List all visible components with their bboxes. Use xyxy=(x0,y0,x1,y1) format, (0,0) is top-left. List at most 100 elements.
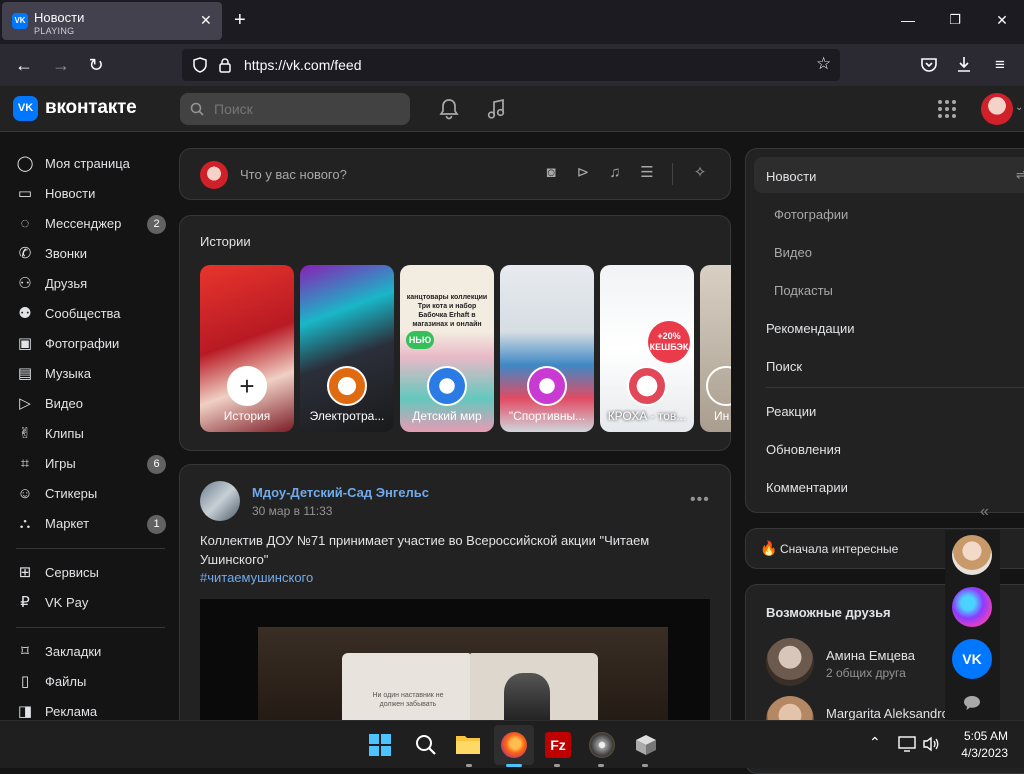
sidebar-item-video[interactable]: ▷ Видео xyxy=(16,390,166,418)
pocket-icon[interactable] xyxy=(920,56,938,74)
composer-placeholder[interactable]: Что у вас нового? xyxy=(240,167,347,182)
user-circle-icon: ◯ xyxy=(16,155,34,172)
sidebar-item-label: Игры xyxy=(45,456,76,471)
menu-item-comments[interactable]: Комментарии xyxy=(766,480,848,495)
sidebar-item-calls[interactable]: ✆ Звонки xyxy=(16,240,166,268)
story-card[interactable]: Ин xyxy=(700,265,731,432)
vk-logo-icon[interactable]: VK xyxy=(13,96,38,121)
file-explorer-icon[interactable] xyxy=(455,732,481,756)
menu-item-video[interactable]: Видео xyxy=(774,245,812,260)
sidebar-item-communities[interactable]: ⚉ Сообщества xyxy=(16,300,166,328)
menu-icon[interactable]: ≡ xyxy=(989,54,1011,76)
sidebar-item-messenger[interactable]: ◌ Мессенджер 2 xyxy=(16,210,166,238)
post-author-avatar[interactable] xyxy=(200,481,240,521)
marusia-assistant-icon[interactable] xyxy=(952,587,992,627)
story-cashback-badge: +20% КЕШБЭК xyxy=(648,321,690,363)
tray-chevron-up-icon[interactable]: ⌃ xyxy=(869,734,881,751)
lock-icon[interactable] xyxy=(218,57,232,73)
sidebar-item-music[interactable]: ▤ Музыка xyxy=(16,360,166,388)
post-video[interactable]: Ни один наставник не должен забывать xyxy=(200,599,710,721)
idea-bulb-icon[interactable]: ✧ xyxy=(690,163,710,183)
vk-messenger-icon[interactable]: VK xyxy=(952,639,992,679)
minimize-icon[interactable]: — xyxy=(898,12,918,28)
more-options-icon[interactable]: ••• xyxy=(690,491,710,509)
menu-item-news[interactable]: Новости xyxy=(766,169,816,184)
sidebar-item-news[interactable]: ▭ Новости xyxy=(16,180,166,208)
shield-icon[interactable] xyxy=(192,57,208,73)
tab-playing-status: PLAYING xyxy=(34,26,75,36)
menu-item-photos[interactable]: Фотографии xyxy=(774,207,848,222)
search-box[interactable] xyxy=(180,93,410,125)
new-tab-icon[interactable]: + xyxy=(234,10,246,30)
media-disc-icon[interactable] xyxy=(589,732,615,758)
filezilla-icon[interactable]: Fz xyxy=(545,732,571,758)
bell-icon[interactable] xyxy=(439,98,459,120)
stories-title: Истории xyxy=(200,234,251,249)
search-input[interactable] xyxy=(214,101,394,117)
chat-contact-avatar[interactable] xyxy=(952,535,992,575)
clock-date[interactable]: 4/3/2023 xyxy=(950,746,1008,760)
friend-avatar[interactable] xyxy=(766,638,814,686)
sidebar-item-games[interactable]: ⌗ Игры 6 xyxy=(16,450,166,478)
post-hashtag[interactable]: #читаемушинского xyxy=(200,570,313,585)
network-monitor-icon[interactable] xyxy=(898,736,916,752)
windows-start-icon[interactable] xyxy=(368,733,392,757)
firefox-icon[interactable] xyxy=(501,732,527,758)
friend-name[interactable]: Амина Емцева xyxy=(826,648,915,663)
bookmark-star-icon[interactable]: ☆ xyxy=(816,54,831,74)
story-card[interactable]: канцтовары коллекции Три кота и набор Ба… xyxy=(400,265,494,432)
story-card[interactable]: Электротра... xyxy=(300,265,394,432)
sidebar-item-market[interactable]: ⛬ Маркет 1 xyxy=(16,510,166,538)
story-card[interactable]: +20% КЕШБЭК КРОХА - тов... xyxy=(600,265,694,432)
sidebar-item-clips[interactable]: ✌ Клипы xyxy=(16,420,166,448)
tab-close-icon[interactable]: ✕ xyxy=(200,12,212,29)
sidebar-item-services[interactable]: ⊞ Сервисы xyxy=(16,559,166,587)
browser-tab[interactable]: VK Новости PLAYING ✕ xyxy=(2,2,222,40)
back-icon[interactable]: ← xyxy=(13,54,35,76)
video-play-icon[interactable]: ⊳ xyxy=(573,163,593,183)
camera-icon[interactable]: ◙ xyxy=(541,163,561,183)
music-note-icon[interactable] xyxy=(486,98,506,120)
menu-item-podcasts[interactable]: Подкасты xyxy=(774,283,833,298)
menu-item-reactions[interactable]: Реакции xyxy=(766,404,816,419)
filter-settings-icon[interactable]: ⇌ xyxy=(1016,167,1024,183)
url-bar[interactable]: https://vk.com/feed ☆ xyxy=(182,49,840,81)
sidebar-item-vkpay[interactable]: ₽ VK Pay xyxy=(16,589,166,617)
package-box-icon[interactable] xyxy=(633,732,659,758)
reload-icon[interactable]: ↻ xyxy=(85,54,107,76)
sidebar-item-photos[interactable]: ▣ Фотографии xyxy=(16,330,166,358)
menu-item-updates[interactable]: Обновления xyxy=(766,442,841,457)
post-date[interactable]: 30 мар в 11:33 xyxy=(252,504,332,518)
sidebar-item-files[interactable]: ▯ Файлы xyxy=(16,668,166,696)
window-close-icon[interactable]: ✕ xyxy=(992,12,1012,29)
clock-time[interactable]: 5:05 AM xyxy=(956,729,1008,743)
forward-icon[interactable]: → xyxy=(50,54,72,76)
menu-item-recommendations[interactable]: Рекомендации xyxy=(766,321,855,336)
sort-label[interactable]: Сначала интересные xyxy=(780,542,898,556)
story-card[interactable]: "Спортивны... xyxy=(500,265,594,432)
sidebar-item-bookmarks[interactable]: ⌑ Закладки xyxy=(16,638,166,666)
sidebar-item-stickers[interactable]: ☺ Стикеры xyxy=(16,480,166,508)
url-text[interactable]: https://vk.com/feed xyxy=(244,57,362,73)
story-card[interactable]: + История xyxy=(200,265,294,432)
chevron-down-icon[interactable]: ⌄ xyxy=(1015,102,1023,113)
downloads-icon[interactable] xyxy=(955,55,973,73)
article-icon[interactable]: ☰ xyxy=(637,163,657,183)
restore-icon[interactable]: ❐ xyxy=(945,12,965,28)
post-author-name[interactable]: Мдоу-Детский-Сад Энгельс xyxy=(252,485,429,500)
chat-bubble-icon[interactable] xyxy=(963,695,981,711)
menu-item-search[interactable]: Поиск xyxy=(766,359,802,374)
friend-name[interactable]: Margarita Aleksandro xyxy=(826,706,949,721)
sidebar-item-my-page[interactable]: ◯ Моя страница xyxy=(16,150,166,178)
post-composer[interactable]: Что у вас нового? ◙ ⊳ ♫ ☰ ✧ xyxy=(179,148,731,200)
volume-icon[interactable] xyxy=(922,736,940,752)
music-attach-icon[interactable]: ♫ xyxy=(605,163,625,183)
sidebar-item-friends[interactable]: ⚇ Друзья xyxy=(16,270,166,298)
vk-brand-name[interactable]: вконтакте xyxy=(45,97,137,119)
fire-icon: 🔥 xyxy=(760,540,778,556)
user-avatar[interactable] xyxy=(981,93,1013,125)
add-story-plus-icon[interactable]: + xyxy=(227,366,267,406)
taskbar-search-icon[interactable] xyxy=(414,733,438,757)
apps-grid-icon[interactable] xyxy=(937,99,957,119)
collapse-chevrons-icon[interactable]: « xyxy=(980,503,989,521)
